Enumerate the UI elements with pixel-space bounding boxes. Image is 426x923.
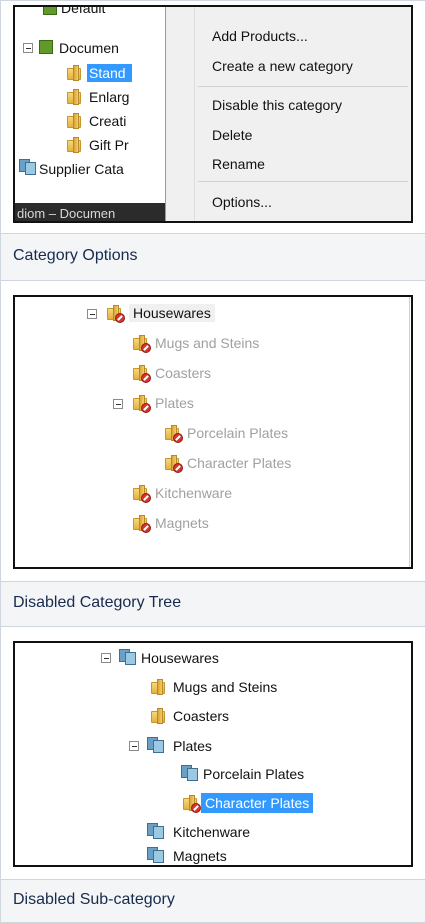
image-cell-disabled-subcategory: Housewares Mugs and Steins Coasters Plat… [0, 626, 426, 880]
tree-item-mugs-and-steins[interactable]: Mugs and Steins [173, 678, 277, 696]
tree-item-porcelain-plates[interactable]: Porcelain Plates [203, 765, 304, 783]
menu-separator [198, 86, 408, 87]
menu-item-delete[interactable]: Delete [212, 126, 252, 144]
collapse-toggle[interactable] [101, 653, 111, 663]
tree-item-creative[interactable]: Creati [89, 112, 126, 130]
tree-root-housewares[interactable]: Housewares [141, 649, 219, 667]
folder-icon [151, 708, 167, 724]
category-icon [147, 822, 165, 840]
tree-item-mugs-and-steins[interactable]: Mugs and Steins [155, 334, 259, 352]
disabled-folder-icon [133, 485, 151, 503]
menu-item-create-category[interactable]: Create a new category [212, 57, 353, 75]
disabled-folder-icon [133, 335, 151, 353]
tree-item-kitchenware[interactable]: Kitchenware [173, 823, 250, 841]
disabled-subcategory-screenshot: Housewares Mugs and Steins Coasters Plat… [13, 641, 413, 867]
tree-item-magnets[interactable]: Magnets [173, 847, 227, 865]
menu-item-disable-category[interactable]: Disable this category [212, 96, 342, 114]
folder-icon [67, 65, 83, 81]
tree-item-standard[interactable]: Stand [87, 64, 132, 82]
tree-item-magnets[interactable]: Magnets [155, 514, 209, 532]
disabled-tree-screenshot: Housewares Mugs and Steins Coasters Plat… [13, 295, 413, 569]
tree-item-enlargements[interactable]: Enlarg [89, 88, 129, 106]
folder-icon [67, 113, 83, 129]
menu-item-options[interactable]: Options... [212, 193, 272, 211]
caption-category-options: Category Options [13, 247, 138, 264]
supplier-catalog-icon [19, 158, 37, 176]
caption-cell-category-options: Category Options [0, 233, 426, 281]
tree-item-plates[interactable]: Plates [155, 394, 194, 412]
caption-disabled-subcategory: Disabled Sub-category [13, 891, 175, 908]
disabled-folder-icon [107, 305, 125, 323]
context-menu: Add Products... Create a new category Di… [165, 7, 411, 221]
status-bar: diom – Documen [15, 203, 165, 221]
folder-icon [67, 89, 83, 105]
disabled-folder-icon [183, 795, 201, 813]
tree-item-documents[interactable]: Documen [59, 39, 119, 57]
scroll-edge [409, 297, 410, 567]
category-icon [147, 736, 165, 754]
tree-item-character-plates[interactable]: Character Plates [201, 793, 314, 813]
menu-item-rename[interactable]: Rename [212, 155, 265, 173]
tree-item-gift-products[interactable]: Gift Pr [89, 136, 129, 154]
tree-item-kitchenware[interactable]: Kitchenware [155, 484, 232, 502]
folder-icon [67, 137, 83, 153]
menu-gutter [194, 7, 195, 221]
caption-cell-disabled-tree: Disabled Category Tree [0, 581, 426, 627]
tree-item-porcelain-plates[interactable]: Porcelain Plates [187, 424, 288, 442]
caption-cell-disabled-subcategory: Disabled Sub-category [0, 879, 426, 923]
image-cell-category-options: Default Documen Stand Enlarg Creati Gift… [0, 0, 426, 234]
menu-separator [198, 181, 408, 182]
folder-icon [151, 679, 167, 695]
collapse-toggle[interactable] [129, 741, 139, 751]
tree-item-coasters[interactable]: Coasters [173, 707, 229, 725]
collapse-toggle[interactable] [23, 43, 33, 53]
category-icon [43, 7, 57, 15]
disabled-folder-icon [165, 455, 183, 473]
tree-root-housewares[interactable]: Housewares [129, 304, 215, 322]
category-icon [147, 846, 165, 864]
category-icon [119, 648, 137, 666]
category-options-screenshot: Default Documen Stand Enlarg Creati Gift… [13, 5, 413, 223]
screenshot-table: Default Documen Stand Enlarg Creati Gift… [0, 0, 426, 923]
status-text: diom – Documen [17, 206, 116, 221]
category-icon [181, 764, 199, 782]
image-cell-disabled-tree: Housewares Mugs and Steins Coasters Plat… [0, 280, 426, 582]
tree-item-supplier-catalogs[interactable]: Supplier Cata [39, 160, 124, 178]
tree-item-plates[interactable]: Plates [173, 737, 212, 755]
tree-item-character-plates[interactable]: Character Plates [187, 454, 291, 472]
collapse-toggle[interactable] [87, 309, 97, 319]
disabled-folder-icon [165, 425, 183, 443]
caption-disabled-tree: Disabled Category Tree [13, 594, 182, 611]
tree-item-default[interactable]: Default [61, 7, 105, 17]
disabled-folder-icon [133, 515, 151, 533]
category-icon [39, 40, 53, 54]
collapse-toggle[interactable] [113, 399, 123, 409]
catalog-tree: Default Documen Stand Enlarg Creati Gift… [15, 7, 165, 221]
tree-item-coasters[interactable]: Coasters [155, 364, 211, 382]
disabled-folder-icon [133, 395, 151, 413]
menu-item-add-products[interactable]: Add Products... [212, 27, 308, 45]
disabled-folder-icon [133, 365, 151, 383]
